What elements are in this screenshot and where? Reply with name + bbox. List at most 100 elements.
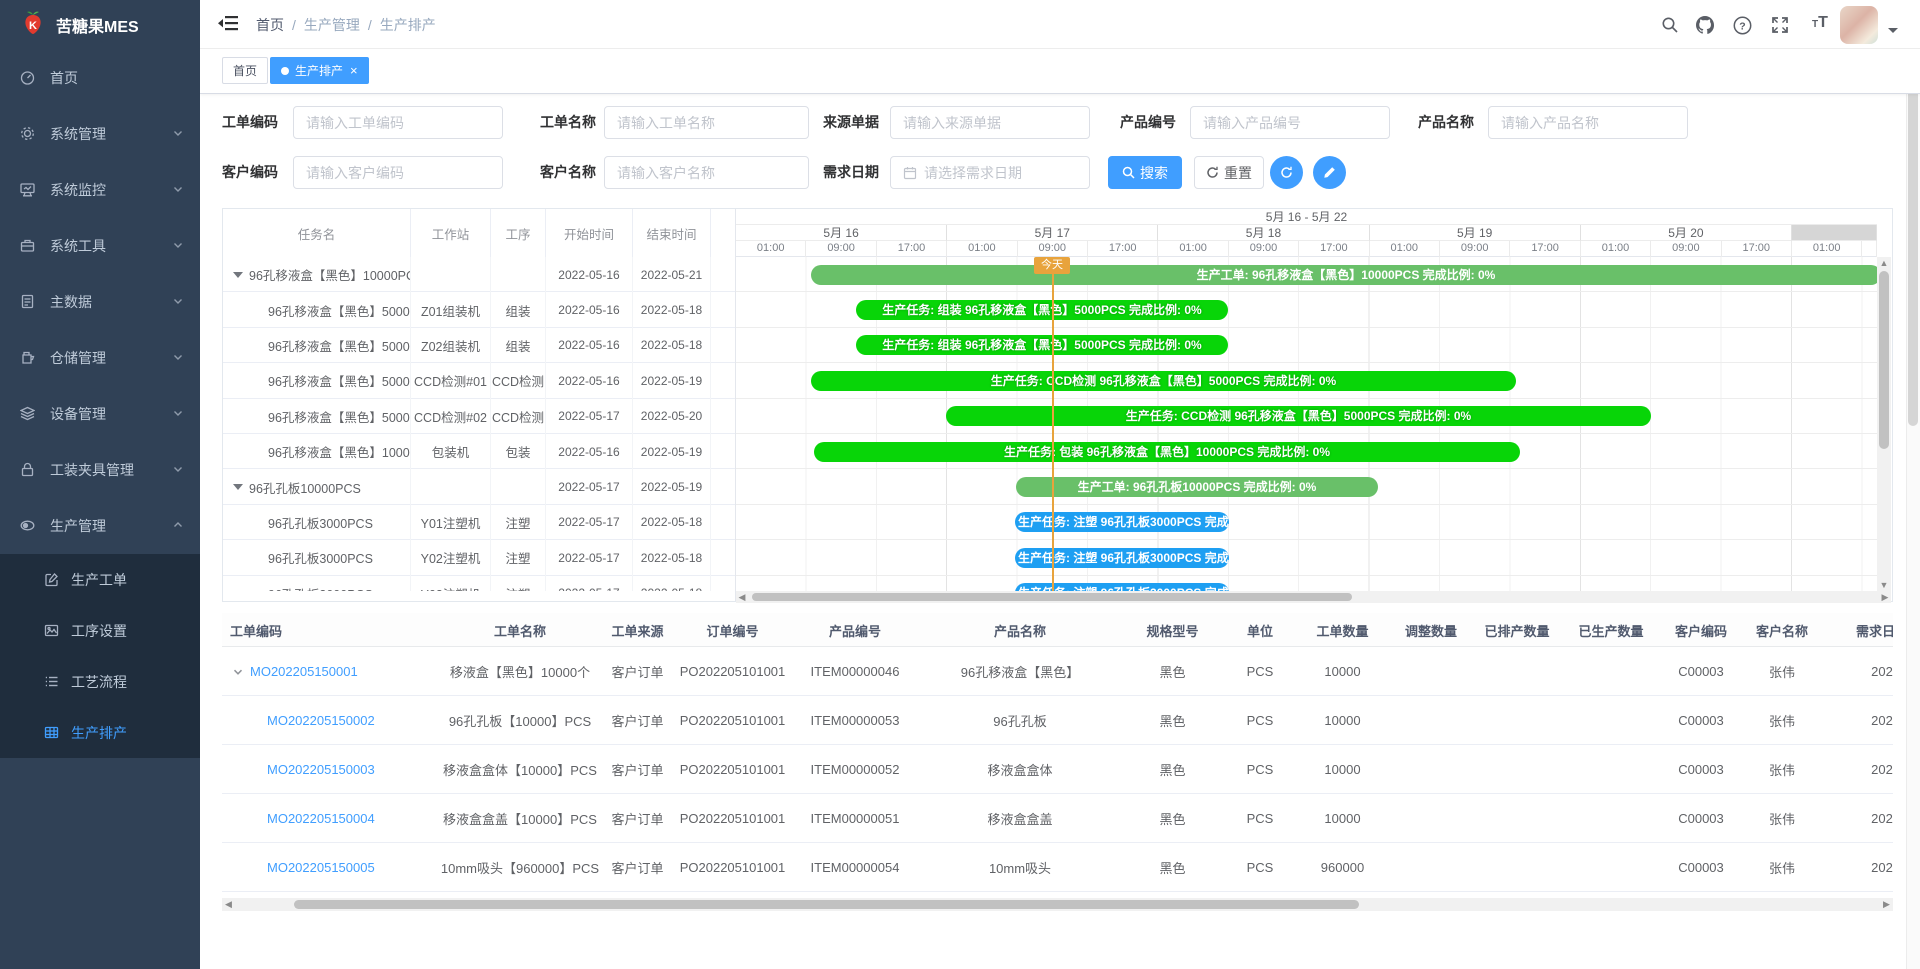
input-placeholder: 请输入客户名称 (617, 163, 715, 183)
expand-arrow-icon[interactable] (233, 272, 243, 283)
table-row[interactable]: MO20220515000510mm吸头【960000】PCS客户订单PO202… (222, 843, 1893, 892)
gantt-bar[interactable]: 生产工单: 96孔孔板10000PCS 完成比例: 0% (1016, 477, 1378, 497)
breadcrumb: 首页/生产管理/生产排产 (256, 15, 436, 35)
gantt-task-row[interactable]: 96孔移液盒【黑色】5000PZ02组装机组装2022-05-162022-05… (223, 328, 736, 363)
gantt-bar[interactable]: 生产工单: 96孔移液盒【黑色】10000PCS 完成比例: 0% (811, 265, 1877, 285)
search-icon[interactable] (1660, 15, 1680, 35)
gantt-task-row[interactable]: 96孔移液盒【黑色】5000PCCD检测#02CCD检测2022-05-1720… (223, 399, 736, 434)
table-cell: 移液盒盒盖 (920, 794, 1120, 843)
gantt-vertical-scrollbar[interactable]: ▲ ▼ (1877, 257, 1891, 591)
gantt-task-row[interactable]: 96孔移液盒【黑色】5000PZ01组装机组装2022-05-162022-05… (223, 292, 736, 327)
gantt-horizontal-scrollbar[interactable]: ◀ ▶ (736, 591, 1891, 603)
gantt-task-row[interactable]: 96孔移液盒【黑色】10000包装机包装2022-05-162022-05-19 (223, 434, 736, 469)
sidebar-item-home[interactable]: 首页 (0, 50, 200, 106)
gantt-row-spacer (711, 292, 736, 327)
filter-input-3[interactable]: 请输入来源单据 (890, 106, 1090, 139)
avatar[interactable] (1840, 6, 1878, 44)
table-header-cell: 调整数量 (1390, 613, 1472, 647)
sidebar-subitem-production-scheduling[interactable]: 生产排产 (0, 707, 200, 758)
fullscreen-icon[interactable] (1770, 15, 1790, 35)
question-icon[interactable]: ? (1732, 15, 1752, 35)
list-icon (44, 674, 59, 689)
gantt-task-row[interactable]: 96孔孔板3000PCSY01注塑机注塑2022-05-172022-05-18 (223, 505, 736, 540)
magnifier-icon (1122, 166, 1135, 179)
gantt-end-date: 2022-05-21 (633, 257, 711, 292)
work-order-link[interactable]: MO202205150004 (267, 811, 375, 826)
gantt-bar[interactable]: 生产任务: 包装 96孔移液盒【黑色】10000PCS 完成比例: 0% (814, 442, 1520, 462)
gantt-bar[interactable]: 生产任务: CCD检测 96孔移液盒【黑色】5000PCS 完成比例: 0% (811, 371, 1516, 391)
gantt-time-header: 09:00 (1018, 241, 1088, 257)
sidebar-collapse-icon[interactable] (218, 15, 238, 37)
filter-input-5[interactable]: 请输入产品名称 (1488, 106, 1688, 139)
sidebar-item-label: 系统工具 (50, 236, 172, 256)
work-order-link[interactable]: MO202205150001 (250, 664, 358, 679)
gantt-bar[interactable]: 生产任务: 注塑 96孔孔板3000PCS 完成 (1015, 512, 1229, 532)
sidebar-item-system-tools[interactable]: 系统工具 (0, 218, 200, 274)
gantt-station: CCD检测#01 (411, 363, 491, 398)
edit-circle-button[interactable] (1313, 156, 1346, 189)
work-order-code-cell: MO202205150003 (222, 745, 440, 794)
table-cell: PCS (1225, 745, 1295, 794)
sidebar-subitem-process-flow[interactable]: 工艺流程 (0, 656, 200, 707)
gantt-bar[interactable]: 生产任务: 注塑 96孔孔板3000PCS 完成 (1015, 548, 1229, 568)
font-size-icon[interactable]: TT (1812, 14, 1828, 32)
filter-input-row2-1[interactable]: 请输入客户编码 (293, 156, 503, 189)
table-cell: 10mm吸头【960000】PCS (440, 843, 600, 892)
gantt-bar[interactable]: 生产任务: 组装 96孔移液盒【黑色】5000PCS 完成比例: 0% (856, 335, 1228, 355)
app-root: K 苦糖果MES 首页系统管理系统监控系统工具主数据仓储管理设备管理工装夹具管理… (0, 0, 1920, 969)
filter-input-row2-2[interactable]: 请输入客户名称 (604, 156, 809, 189)
logo-icon: K (20, 10, 46, 41)
refresh-circle-button[interactable] (1270, 156, 1303, 189)
table-cell: 96孔移液盒【黑色】 (920, 647, 1120, 696)
breadcrumb-item[interactable]: 生产管理 (304, 17, 360, 33)
gantt-task-row[interactable]: 96孔移液盒【黑色】10000PC2022-05-162022-05-21 (223, 257, 736, 292)
expand-arrow-icon[interactable] (233, 484, 243, 495)
demand-date-input[interactable]: 请选择需求日期 (890, 156, 1090, 189)
row-expand-icon[interactable] (232, 666, 244, 678)
table-horizontal-scrollbar[interactable]: ◀ ▶ (222, 898, 1893, 911)
sidebar-item-equipment[interactable]: 设备管理 (0, 386, 200, 442)
work-order-link[interactable]: MO202205150005 (267, 860, 375, 875)
sidebar-item-system-monitor[interactable]: 系统监控 (0, 162, 200, 218)
filter-input-4[interactable]: 请输入产品编号 (1190, 106, 1390, 139)
table-row[interactable]: MO202205150003移液盒盒体【10000】PCS客户订单PO20220… (222, 745, 1893, 794)
sidebar-item-warehouse[interactable]: 仓储管理 (0, 330, 200, 386)
gantt-end-date: 2022-05-18 (633, 576, 711, 591)
work-order-link[interactable]: MO202205150003 (267, 762, 375, 777)
gantt-task-row[interactable]: 96孔孔板3000PCSY02注塑机注塑2022-05-172022-05-18 (223, 540, 736, 575)
sidebar-item-system-admin[interactable]: 系统管理 (0, 106, 200, 162)
gantt-task-row[interactable]: 96孔孔板3000PCSY03注塑机注塑2022-05-172022-05-18 (223, 576, 736, 591)
gantt-end-date: 2022-05-19 (633, 363, 711, 398)
gantt-bar[interactable]: 生产任务: 组装 96孔移液盒【黑色】5000PCS 完成比例: 0% (856, 300, 1228, 320)
table-row[interactable]: MO202205150001移液盒【黑色】10000个客户订单PO2022051… (222, 647, 1893, 696)
table-cell: 客户订单 (600, 696, 675, 745)
gantt-bar[interactable]: 生产任务: 注塑 96孔孔板3000PCS 完成 (1015, 583, 1229, 591)
sidebar-subitem-process-settings[interactable]: 工序设置 (0, 605, 200, 656)
sidebar-subitem-work-order[interactable]: 生产工单 (0, 554, 200, 605)
breadcrumb-item[interactable]: 首页 (256, 17, 284, 33)
tab-active[interactable]: 生产排产 × (270, 57, 369, 84)
gantt-station: Y03注塑机 (411, 576, 491, 591)
sidebar-item-fixture[interactable]: 工装夹具管理 (0, 442, 200, 498)
tab-close-icon[interactable]: × (350, 64, 358, 77)
table-cell (1562, 647, 1660, 696)
sidebar-item-production[interactable]: 生产管理 (0, 498, 200, 554)
gantt-task-row[interactable]: 96孔孔板10000PCS2022-05-172022-05-19 (223, 469, 736, 504)
sidebar-item-master-data[interactable]: 主数据 (0, 274, 200, 330)
table-row[interactable]: MO202205150004移液盒盒盖【10000】PCS客户订单PO20220… (222, 794, 1893, 843)
logo[interactable]: K 苦糖果MES (0, 0, 200, 50)
table-row[interactable]: MO20220515000296孔孔板【10000】PCS客户订单PO20220… (222, 696, 1893, 745)
tab-item[interactable]: 首页 (222, 57, 268, 84)
reset-button[interactable]: 重置 (1194, 156, 1264, 189)
tab-label: 生产排产 (295, 62, 343, 79)
gantt-task-row[interactable]: 96孔移液盒【黑色】5000PCCD检测#01CCD检测2022-05-1620… (223, 363, 736, 398)
work-order-link[interactable]: MO202205150002 (267, 713, 375, 728)
avatar-caret-icon[interactable] (1888, 28, 1898, 38)
gantt-column-header: 开始时间 (546, 209, 633, 257)
github-icon[interactable] (1695, 15, 1715, 35)
filter-input-2[interactable]: 请输入工单名称 (604, 106, 809, 139)
gantt-station: Y02注塑机 (411, 540, 491, 575)
search-button[interactable]: 搜索 (1108, 156, 1182, 189)
input-placeholder: 请选择需求日期 (924, 163, 1022, 183)
filter-input-1[interactable]: 请输入工单编码 (293, 106, 503, 139)
